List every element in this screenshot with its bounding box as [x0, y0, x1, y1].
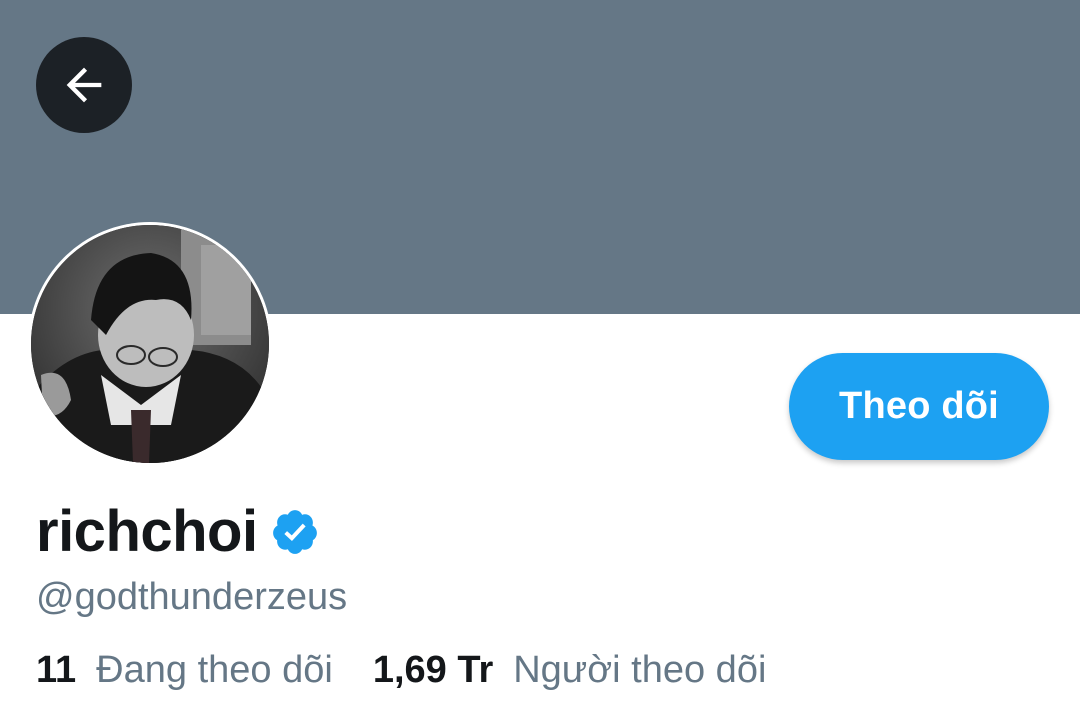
back-button[interactable] [36, 37, 132, 133]
profile-avatar[interactable] [28, 222, 272, 466]
profile-handle: @godthunderzeus [36, 576, 348, 618]
following-label: Đang theo dõi [96, 649, 333, 691]
profile-name-row: richchoi [36, 496, 320, 568]
followers-label: Người theo dõi [513, 649, 767, 691]
following-count: 11 [36, 649, 77, 691]
avatar-photo [31, 225, 269, 463]
arrow-left-icon [66, 67, 102, 103]
profile-stats: 11 Đang theo dõi 1,69 Tr Người theo dõi [36, 644, 766, 696]
following-stat[interactable]: 11 Đang theo dõi [36, 644, 333, 696]
followers-stat[interactable]: 1,69 Tr Người theo dõi [373, 644, 767, 696]
verified-badge-icon [272, 510, 317, 554]
followers-count: 1,69 Tr [372, 649, 494, 691]
display-name: richchoi [36, 499, 258, 564]
follow-button[interactable]: Theo dõi [789, 353, 1049, 460]
